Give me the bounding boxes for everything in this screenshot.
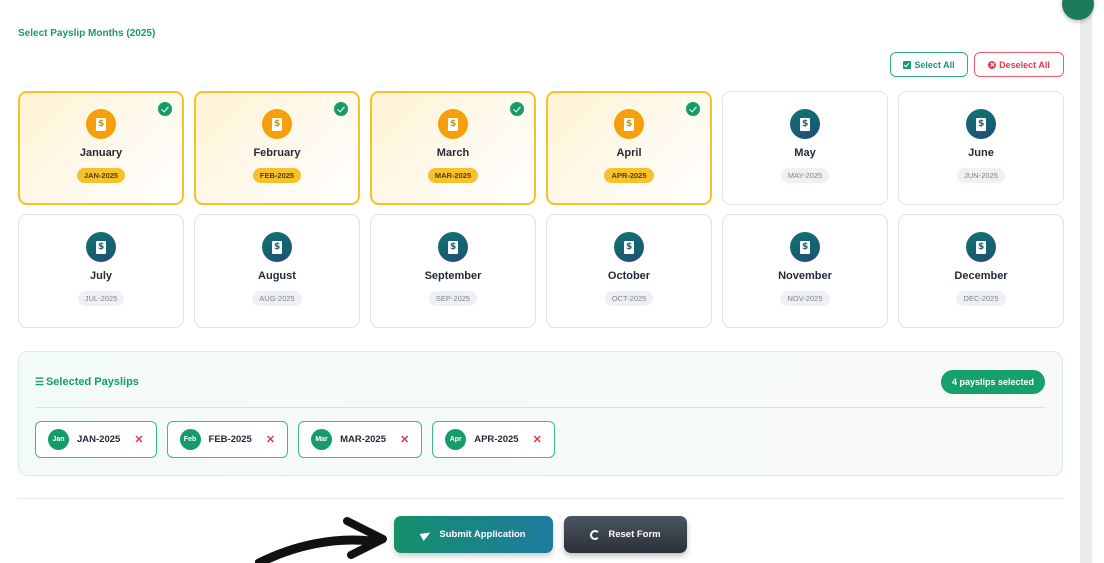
month-card-february[interactable]: February FEB-2025 — [194, 91, 360, 205]
arrow-annotation — [255, 517, 387, 563]
month-name: November — [778, 270, 832, 282]
month-card-october[interactable]: October OCT-2025 — [546, 214, 712, 328]
section-title: Select Payslip Months (2025) — [18, 28, 156, 39]
chip-label: APR-2025 — [474, 434, 519, 445]
selected-chip-row: Jan JAN-2025 ✕ Feb FEB-2025 ✕ Mar MAR-2025 ✕ Apr A… — [35, 421, 555, 458]
panel-divider — [35, 407, 1046, 408]
payslip-document-icon — [86, 109, 116, 139]
deselect-all-button[interactable]: Deselect All — [974, 52, 1064, 77]
selected-payslips-panel: ☰ Selected Payslips 4 payslips selected … — [18, 351, 1063, 476]
month-name: April — [616, 147, 642, 159]
month-code-badge: MAY-2025 — [780, 168, 830, 183]
month-card-september[interactable]: September SEP-2025 — [370, 214, 536, 328]
payslip-document-icon — [86, 232, 116, 262]
month-card-december[interactable]: December DEC-2025 — [898, 214, 1064, 328]
month-grid: January JAN-2025 February FEB-2025 March MAR-… — [18, 91, 1064, 328]
payslip-document-icon — [438, 109, 468, 139]
chip-avatar: Apr — [445, 429, 467, 450]
deselect-all-label: Deselect All — [999, 59, 1050, 70]
month-code-badge: JAN-2025 — [76, 168, 126, 183]
month-code-badge: JUL-2025 — [77, 291, 125, 306]
selected-chip: Apr APR-2025 ✕ — [432, 421, 555, 458]
list-check-icon: ☰ — [35, 376, 44, 388]
month-code-badge: MAR-2025 — [427, 168, 479, 183]
payslip-form: Select Payslip Months (2025) Select All … — [0, 0, 1104, 563]
month-code-badge: AUG-2025 — [252, 291, 302, 306]
payslip-document-icon — [614, 109, 644, 139]
month-card-november[interactable]: November NOV-2025 — [722, 214, 888, 328]
chip-avatar: Jan — [48, 429, 69, 450]
scrollbar[interactable] — [1080, 0, 1092, 563]
submit-label: Submit Application — [439, 529, 526, 540]
check-circle-icon — [686, 102, 700, 116]
payslip-document-icon — [790, 232, 820, 262]
footer-divider — [18, 498, 1063, 499]
check-circle-icon — [334, 102, 348, 116]
check-circle-icon — [510, 102, 524, 116]
selected-chip: Feb FEB-2025 ✕ — [166, 421, 289, 458]
month-card-july[interactable]: July JUL-2025 — [18, 214, 184, 328]
month-name: December — [954, 270, 1008, 282]
month-name: June — [968, 147, 994, 159]
month-code-badge: FEB-2025 — [252, 168, 302, 183]
month-card-august[interactable]: August AUG-2025 — [194, 214, 360, 328]
select-all-button[interactable]: Select All — [890, 52, 968, 77]
selected-chip: Mar MAR-2025 ✕ — [298, 421, 423, 458]
remove-icon[interactable]: ✕ — [266, 433, 275, 446]
month-name: March — [436, 147, 470, 159]
payslip-document-icon — [790, 109, 820, 139]
month-code-badge: JUN-2025 — [957, 168, 1005, 183]
chip-avatar: Mar — [311, 429, 333, 450]
check-square-icon — [903, 60, 912, 69]
month-name: February — [253, 147, 301, 159]
reset-form-button[interactable]: Reset Form — [564, 516, 687, 553]
month-code-badge: APR-2025 — [604, 168, 654, 183]
month-card-january[interactable]: January JAN-2025 — [18, 91, 184, 205]
send-icon — [420, 528, 433, 541]
payslip-document-icon — [614, 232, 644, 262]
check-circle-icon — [158, 102, 172, 116]
redo-icon — [590, 529, 601, 540]
month-name: August — [258, 270, 296, 282]
reset-label: Reset Form — [608, 529, 661, 540]
payslip-document-icon — [966, 232, 996, 262]
month-name: July — [89, 270, 112, 282]
selected-count-badge: 4 payslips selected — [940, 370, 1045, 394]
payslip-document-icon — [262, 109, 292, 139]
chip-label: JAN-2025 — [77, 434, 121, 445]
month-code-badge: SEP-2025 — [428, 291, 478, 306]
selected-payslips-title-text: Selected Payslips — [45, 376, 139, 388]
month-name: September — [424, 270, 482, 282]
payslip-document-icon — [438, 232, 468, 262]
chip-avatar: Feb — [179, 429, 201, 450]
month-card-may[interactable]: May MAY-2025 — [722, 91, 888, 205]
submit-application-button[interactable]: Submit Application — [394, 516, 553, 553]
month-card-april[interactable]: April APR-2025 — [546, 91, 712, 205]
month-code-badge: DEC-2025 — [956, 291, 1006, 306]
month-name: January — [79, 147, 123, 159]
month-card-march[interactable]: March MAR-2025 — [370, 91, 536, 205]
remove-icon[interactable]: ✕ — [533, 433, 542, 446]
remove-icon[interactable]: ✕ — [134, 433, 143, 446]
month-name: May — [794, 147, 816, 159]
x-circle-icon — [988, 60, 997, 69]
selected-payslips-title: ☰ Selected Payslips — [35, 376, 139, 388]
month-code-badge: OCT-2025 — [604, 291, 654, 306]
payslip-document-icon — [966, 109, 996, 139]
remove-icon[interactable]: ✕ — [400, 433, 409, 446]
chip-label: MAR-2025 — [340, 434, 386, 445]
select-all-label: Select All — [914, 59, 955, 70]
selected-chip: Jan JAN-2025 ✕ — [35, 421, 157, 458]
payslip-document-icon — [262, 232, 292, 262]
month-code-badge: NOV-2025 — [780, 291, 830, 306]
month-name: October — [607, 270, 651, 282]
chip-label: FEB-2025 — [208, 434, 252, 445]
month-card-june[interactable]: June JUN-2025 — [898, 91, 1064, 205]
